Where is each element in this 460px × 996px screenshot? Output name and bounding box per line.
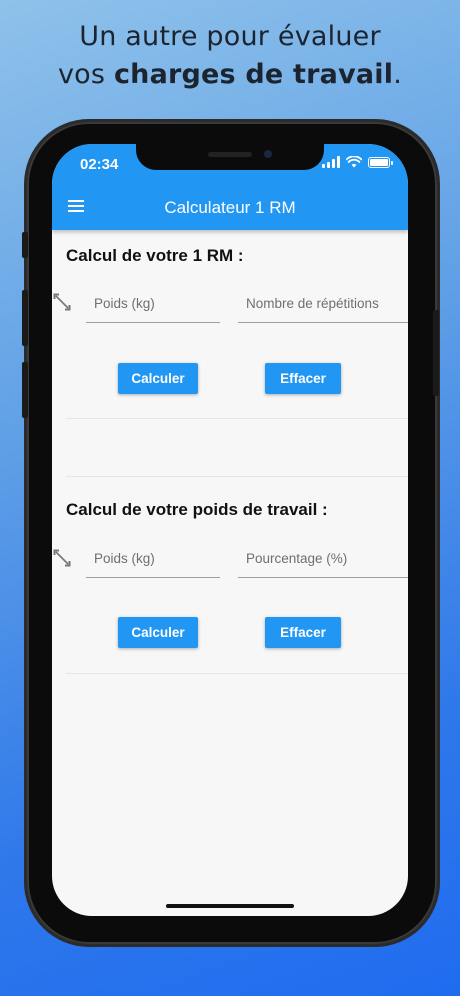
clear-working-weight-button[interactable]: Effacer [265,617,341,648]
phone-power-button [433,310,439,396]
weight-field-1rm[interactable] [86,284,220,323]
fitness-icon [53,549,71,567]
promo-headline: Un autre pour évaluer vos charges de tra… [0,18,460,94]
clear-1rm-button[interactable]: Effacer [265,363,341,394]
section-1-divider [66,418,408,419]
calculate-working-weight-button[interactable]: Calculer [118,617,198,648]
headline-prefix: vos [57,59,106,90]
percentage-field[interactable] [238,539,408,578]
section-working-weight-title: Calcul de votre poids de travail : [66,500,328,519]
headline-line-2: vos charges de travail. [0,56,460,94]
reps-input[interactable] [238,284,408,322]
calculate-1rm-button[interactable]: Calculer [118,363,198,394]
section-2-divider [66,673,408,674]
section-1rm-title: Calcul de votre 1 RM : [66,246,244,265]
front-camera [264,150,272,158]
phone-volume-up [22,290,28,346]
status-icons [322,156,393,168]
percentage-input[interactable] [238,539,408,577]
signal-icon [322,156,340,168]
phone-screen: 02:34 Calculateur 1 RM Calcul de votre 1… [52,144,408,916]
phone-mute-switch [22,232,28,258]
weight-input-1rm[interactable] [86,284,220,322]
headline-bold: charges de travail [113,59,394,90]
headline-suffix: . [393,59,403,90]
weight-input-working[interactable] [86,539,220,577]
status-time: 02:34 [80,156,119,173]
fitness-icon [53,293,71,311]
wifi-icon [346,156,362,168]
phone-volume-down [22,362,28,418]
battery-icon [368,156,393,168]
home-indicator[interactable] [166,904,294,908]
app-bar: 02:34 Calculateur 1 RM [52,144,408,230]
reps-field[interactable] [238,284,408,323]
speaker-grille [208,152,252,157]
section-gap-divider [66,476,408,477]
headline-line-1: Un autre pour évaluer [79,21,381,52]
app-title: Calculateur 1 RM [164,198,296,217]
phone-notch [136,144,324,170]
weight-field-working[interactable] [86,539,220,578]
